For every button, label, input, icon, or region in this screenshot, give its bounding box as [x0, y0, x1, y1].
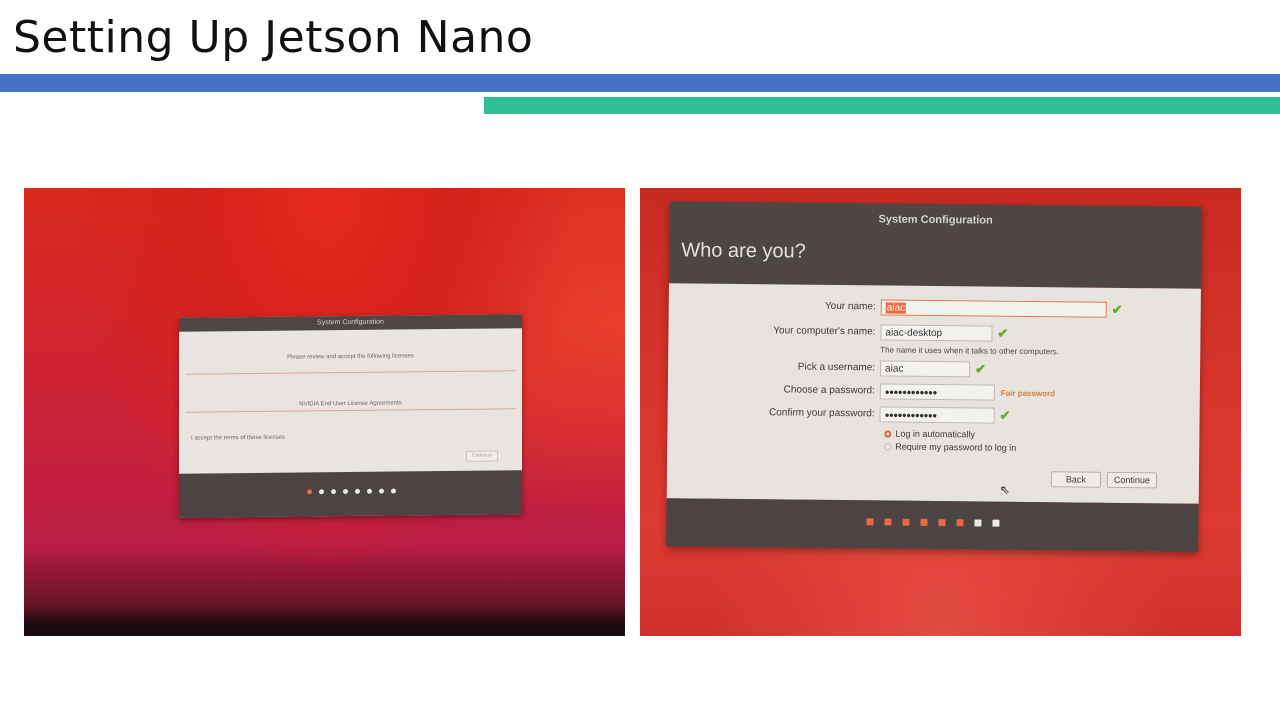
confirm-password-field[interactable]: ●●●●●●●●●●●●: [879, 406, 995, 424]
license-dialog-header: System Configuration: [179, 314, 522, 332]
password-field[interactable]: ●●●●●●●●●●●●: [879, 383, 995, 401]
license-dialog: System Configuration Please review and a…: [179, 314, 522, 518]
separator: [185, 408, 516, 413]
photo-license-screen: System Configuration Please review and a…: [24, 188, 625, 636]
radio-unselected-icon: [884, 442, 892, 451]
computer-name-field[interactable]: aiac-desktop: [880, 324, 993, 342]
require-password-label: Require my password to log in: [895, 441, 1017, 453]
progress-dot: [920, 518, 928, 526]
progress-dot: [343, 489, 348, 495]
progress-dot: [992, 519, 1000, 527]
progress-dot: [367, 488, 372, 494]
computer-name-valid-check-icon: ✔: [997, 325, 1009, 341]
progress-dot: [391, 488, 396, 494]
password-strength-indicator: Fair password: [1000, 388, 1056, 399]
progress-dot: [379, 488, 384, 494]
name-field[interactable]: aiac: [880, 299, 1107, 318]
continue-button[interactable]: Continue: [466, 450, 498, 462]
name-value: aiac: [885, 302, 907, 314]
confirm-password-valid-check-icon: ✔: [999, 407, 1011, 423]
login-automatically-option[interactable]: Log in automatically: [884, 428, 975, 439]
continue-button[interactable]: Continue: [1106, 471, 1158, 489]
username-label: Pick a username:: [797, 361, 876, 374]
user-setup-footer: [666, 498, 1199, 552]
name-valid-check-icon: ✔: [1111, 301, 1123, 317]
user-setup-form: Your name: aiac ✔ Your computer's name: …: [666, 283, 1201, 504]
separator: [185, 370, 516, 375]
mouse-cursor-icon: ⇖: [999, 482, 1010, 497]
user-setup-dialog: System Configuration Who are you? Your n…: [666, 201, 1202, 552]
accept-license-checkbox[interactable]: I accept the terms of these licenses: [191, 435, 285, 442]
radio-selected-icon: [884, 429, 892, 438]
username-valid-check-icon: ✔: [975, 361, 987, 377]
password-label: Choose a password:: [783, 384, 875, 397]
photo-user-setup-screen: System Configuration Who are you? Your n…: [640, 188, 1241, 636]
require-password-option[interactable]: Require my password to log in: [884, 441, 1017, 453]
progress-dot: [884, 518, 892, 526]
progress-dot: [355, 488, 360, 494]
login-automatically-label: Log in automatically: [895, 428, 975, 440]
license-dialog-footer: [179, 470, 522, 518]
slide-title: Setting Up Jetson Nano: [13, 12, 534, 63]
progress-dot: [956, 519, 964, 527]
progress-dot: [902, 518, 910, 526]
dialog-title: System Configuration: [878, 213, 993, 227]
blue-divider-bar: [0, 74, 1280, 92]
progress-dot: [866, 518, 874, 526]
green-divider-bar: [484, 97, 1280, 114]
computer-name-hint: The name it uses when it talks to other …: [880, 345, 1060, 357]
progress-dot: [938, 519, 946, 527]
name-label: Your name:: [824, 300, 876, 313]
back-button[interactable]: Back: [1050, 471, 1102, 488]
progress-dot: [974, 519, 982, 527]
accept-license-label: I accept the terms of these licenses: [191, 434, 286, 442]
username-field[interactable]: aiac: [879, 360, 971, 378]
progress-dot: [307, 489, 312, 495]
license-review-text: Please review and accept the following l…: [287, 353, 414, 361]
progress-dots: [866, 518, 1010, 527]
who-are-you-heading: Who are you?: [681, 239, 806, 263]
progress-dots: [307, 488, 403, 495]
user-setup-header: System Configuration Who are you?: [668, 201, 1202, 289]
computer-name-label: Your computer's name:: [773, 325, 876, 338]
confirm-password-label: Confirm your password:: [768, 407, 875, 420]
license-agreement-link[interactable]: NVIDIA End User License Agreements: [179, 399, 522, 409]
progress-dot: [319, 489, 324, 495]
progress-dot: [331, 489, 336, 495]
